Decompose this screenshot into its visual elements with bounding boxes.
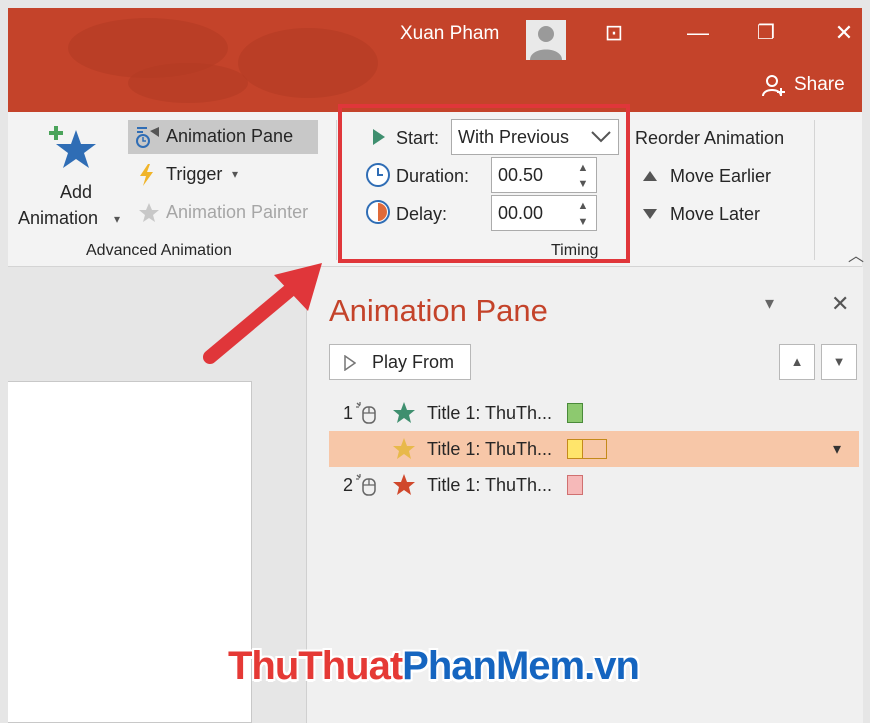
user-name[interactable]: Xuan Pham xyxy=(400,23,499,45)
timing-bar-fill xyxy=(568,404,582,422)
slide-canvas[interactable] xyxy=(8,381,252,723)
move-earlier-label: Move Earlier xyxy=(670,166,772,186)
timing-bar[interactable] xyxy=(567,403,583,423)
animation-painter-button[interactable]: Animation Painter xyxy=(136,198,336,228)
item-dropdown-icon[interactable]: ▾ xyxy=(833,439,841,459)
avatar[interactable] xyxy=(526,20,566,60)
minimize-button[interactable]: — xyxy=(678,20,718,46)
triangle-down-icon xyxy=(643,209,657,219)
watermark-part2: PhanMem xyxy=(402,644,585,688)
trigger-label: Trigger xyxy=(166,164,223,184)
entrance-star-icon xyxy=(393,402,415,423)
animation-painter-label: Animation Painter xyxy=(166,202,309,222)
pane-options-icon[interactable]: ▾ xyxy=(765,293,774,314)
move-later-label: Move Later xyxy=(670,204,761,224)
watermark: ThuThuatPhanMem.vn xyxy=(228,644,640,689)
reorder-animation-label: Reorder Animation xyxy=(635,128,785,148)
animation-pane-label: Animation Pane xyxy=(166,126,294,146)
group-divider xyxy=(814,120,815,260)
item-order-number: 2 xyxy=(343,475,354,495)
play-from-button[interactable]: Play From xyxy=(329,344,471,380)
collapse-ribbon-icon[interactable]: ︿ xyxy=(848,242,864,266)
highlight-box xyxy=(338,104,630,263)
move-down-button[interactable]: ▼ xyxy=(821,344,857,380)
watermark-part1: ThuThuat xyxy=(228,644,403,688)
user-avatar-icon xyxy=(530,26,562,60)
add-animation-label-line1: Add xyxy=(60,182,93,202)
animation-pane-button[interactable]: Animation Pane xyxy=(128,120,318,154)
ribbon-display-options-button[interactable]: ⊡ xyxy=(594,20,634,46)
trigger-button[interactable]: Trigger ▾ xyxy=(136,160,256,190)
timing-bar-fill xyxy=(568,440,583,458)
maximize-button[interactable]: ❐ xyxy=(746,20,786,45)
item-order-number: 1 xyxy=(343,403,354,423)
add-animation-star-icon xyxy=(49,126,96,168)
animation-item-selected[interactable]: Title 1: ThuTh... ▾ xyxy=(329,431,859,467)
move-up-button[interactable]: ▲ xyxy=(779,344,815,380)
add-animation-button[interactable]: Add Animation ▾ xyxy=(16,120,126,230)
chevron-down-icon: ▾ xyxy=(114,212,121,226)
item-label: Title 1: ThuTh... xyxy=(427,475,553,495)
animation-painter-icon xyxy=(139,203,159,222)
animation-item[interactable]: 2 Title 1: ThuTh... xyxy=(329,467,859,503)
item-label: Title 1: ThuTh... xyxy=(427,403,553,423)
play-from-label: Play From xyxy=(372,352,455,372)
pane-title: Animation Pane xyxy=(329,293,548,328)
triangle-up-icon xyxy=(643,171,657,181)
watermark-part3: .vn xyxy=(584,644,640,688)
lightning-icon xyxy=(140,164,153,186)
play-icon xyxy=(344,355,356,371)
timing-bar[interactable] xyxy=(567,439,607,459)
pane-close-icon[interactable]: ✕ xyxy=(831,291,849,317)
animation-pane-icon xyxy=(136,127,159,148)
move-earlier-button[interactable]: Move Earlier xyxy=(642,164,802,192)
title-bar: Xuan Pham ⊡ — ❐ ✕ Share xyxy=(8,8,862,112)
group-divider xyxy=(336,120,337,260)
share-person-icon xyxy=(762,75,785,97)
share-label: Share xyxy=(794,74,845,95)
arrow-down-icon: ▼ xyxy=(832,354,846,369)
close-button[interactable]: ✕ xyxy=(824,20,862,46)
add-animation-label-line2: Animation xyxy=(18,208,99,228)
timing-bar[interactable] xyxy=(567,475,583,495)
timing-bar-fill xyxy=(568,476,582,494)
arrow-up-icon: ▲ xyxy=(790,354,804,369)
chevron-down-icon: ▾ xyxy=(232,167,239,181)
exit-star-icon xyxy=(393,474,415,495)
annotation-arrow-icon xyxy=(203,263,322,364)
mouse-click-icon xyxy=(356,402,376,424)
emphasis-star-icon xyxy=(393,438,415,459)
mouse-click-icon xyxy=(356,474,376,496)
animation-item[interactable]: 1 Title 1: ThuTh... xyxy=(329,395,859,431)
move-later-button[interactable]: Move Later xyxy=(642,202,802,230)
item-label: Title 1: ThuTh... xyxy=(427,439,553,459)
